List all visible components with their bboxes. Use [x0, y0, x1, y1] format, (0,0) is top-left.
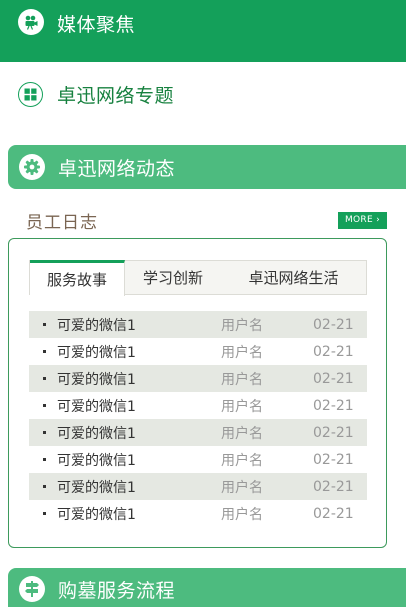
funeral-process-title: 购墓服务流程 [58, 580, 176, 602]
list-item-date: 02-21 [313, 397, 354, 414]
dynamic-title: 卓迅网络动态 [58, 157, 176, 180]
media-focus-title: 媒体聚焦 [57, 14, 136, 36]
bullet [43, 404, 46, 407]
media-focus-header[interactable]: 媒体聚焦 [0, 0, 406, 62]
bullet [43, 350, 46, 353]
list-item-title[interactable]: 可爱的微信1 [57, 342, 221, 362]
bullet [43, 323, 46, 326]
list-item-user: 用户名 [221, 398, 263, 415]
list-item[interactable]: 可爱的微信1 用户名 02-21 [29, 365, 367, 392]
list-item-date: 02-21 [313, 424, 354, 441]
topics-header[interactable]: 卓迅网络专题 [18, 81, 174, 108]
tab-network-life[interactable]: 卓迅网络生活 [221, 261, 366, 294]
bullet [43, 431, 46, 434]
list-item-user: 用户名 [221, 506, 263, 523]
chevron-right-icon: › [376, 215, 381, 225]
topics-title: 卓迅网络专题 [57, 85, 175, 107]
list-item-date: 02-21 [313, 316, 354, 333]
gear-icon [19, 154, 45, 180]
list-item[interactable]: 可爱的微信1 用户名 02-21 [29, 392, 367, 419]
list-item-date: 02-21 [313, 370, 354, 387]
more-button[interactable]: MORE › [338, 212, 387, 229]
list-item-user: 用户名 [221, 452, 263, 469]
list-item-title[interactable]: 可爱的微信1 [57, 450, 221, 470]
list-item[interactable]: 可爱的微信1 用户名 02-21 [29, 311, 367, 338]
tab-service-stories[interactable]: 服务故事 [30, 260, 125, 296]
funeral-process-header[interactable]: 购墓服务流程 [8, 568, 406, 607]
list-item-title[interactable]: 可爱的微信1 [57, 504, 221, 524]
list-item[interactable]: 可爱的微信1 用户名 02-21 [29, 419, 367, 446]
bullet [43, 458, 46, 461]
list-item-title[interactable]: 可爱的微信1 [57, 477, 221, 497]
list-item-user: 用户名 [221, 479, 263, 496]
list-item-user: 用户名 [221, 371, 263, 388]
list-item-title[interactable]: 可爱的微信1 [57, 369, 221, 389]
list-item[interactable]: 可爱的微信1 用户名 02-21 [29, 338, 367, 365]
grid-icon [18, 82, 43, 107]
list-item[interactable]: 可爱的微信1 用户名 02-21 [29, 473, 367, 500]
more-label: MORE [344, 215, 373, 225]
video-camera-icon [18, 9, 44, 35]
dynamic-header[interactable]: 卓迅网络动态 [8, 145, 406, 189]
staff-log-list: 可爱的微信1 用户名 02-21 可爱的微信1 用户名 02-21 可爱的微信1… [29, 311, 367, 527]
signpost-icon [19, 576, 45, 602]
list-item-user: 用户名 [221, 425, 263, 442]
tab-learning-innovation[interactable]: 学习创新 [125, 261, 221, 294]
list-item-date: 02-21 [313, 343, 354, 360]
bullet [43, 512, 46, 515]
list-item-user: 用户名 [221, 317, 263, 334]
staff-log-title: 员工日志 [26, 213, 98, 233]
list-item-title[interactable]: 可爱的微信1 [57, 315, 221, 335]
list-item-date: 02-21 [313, 478, 354, 495]
staff-log-tabs: 服务故事 学习创新 卓迅网络生活 [29, 260, 367, 296]
bullet [43, 377, 46, 380]
list-item-date: 02-21 [313, 451, 354, 468]
list-item-title[interactable]: 可爱的微信1 [57, 396, 221, 416]
list-item[interactable]: 可爱的微信1 用户名 02-21 [29, 500, 367, 527]
list-item-date: 02-21 [313, 505, 354, 522]
list-item[interactable]: 可爱的微信1 用户名 02-21 [29, 446, 367, 473]
list-item-user: 用户名 [221, 344, 263, 361]
bullet [43, 485, 46, 488]
list-item-title[interactable]: 可爱的微信1 [57, 423, 221, 443]
